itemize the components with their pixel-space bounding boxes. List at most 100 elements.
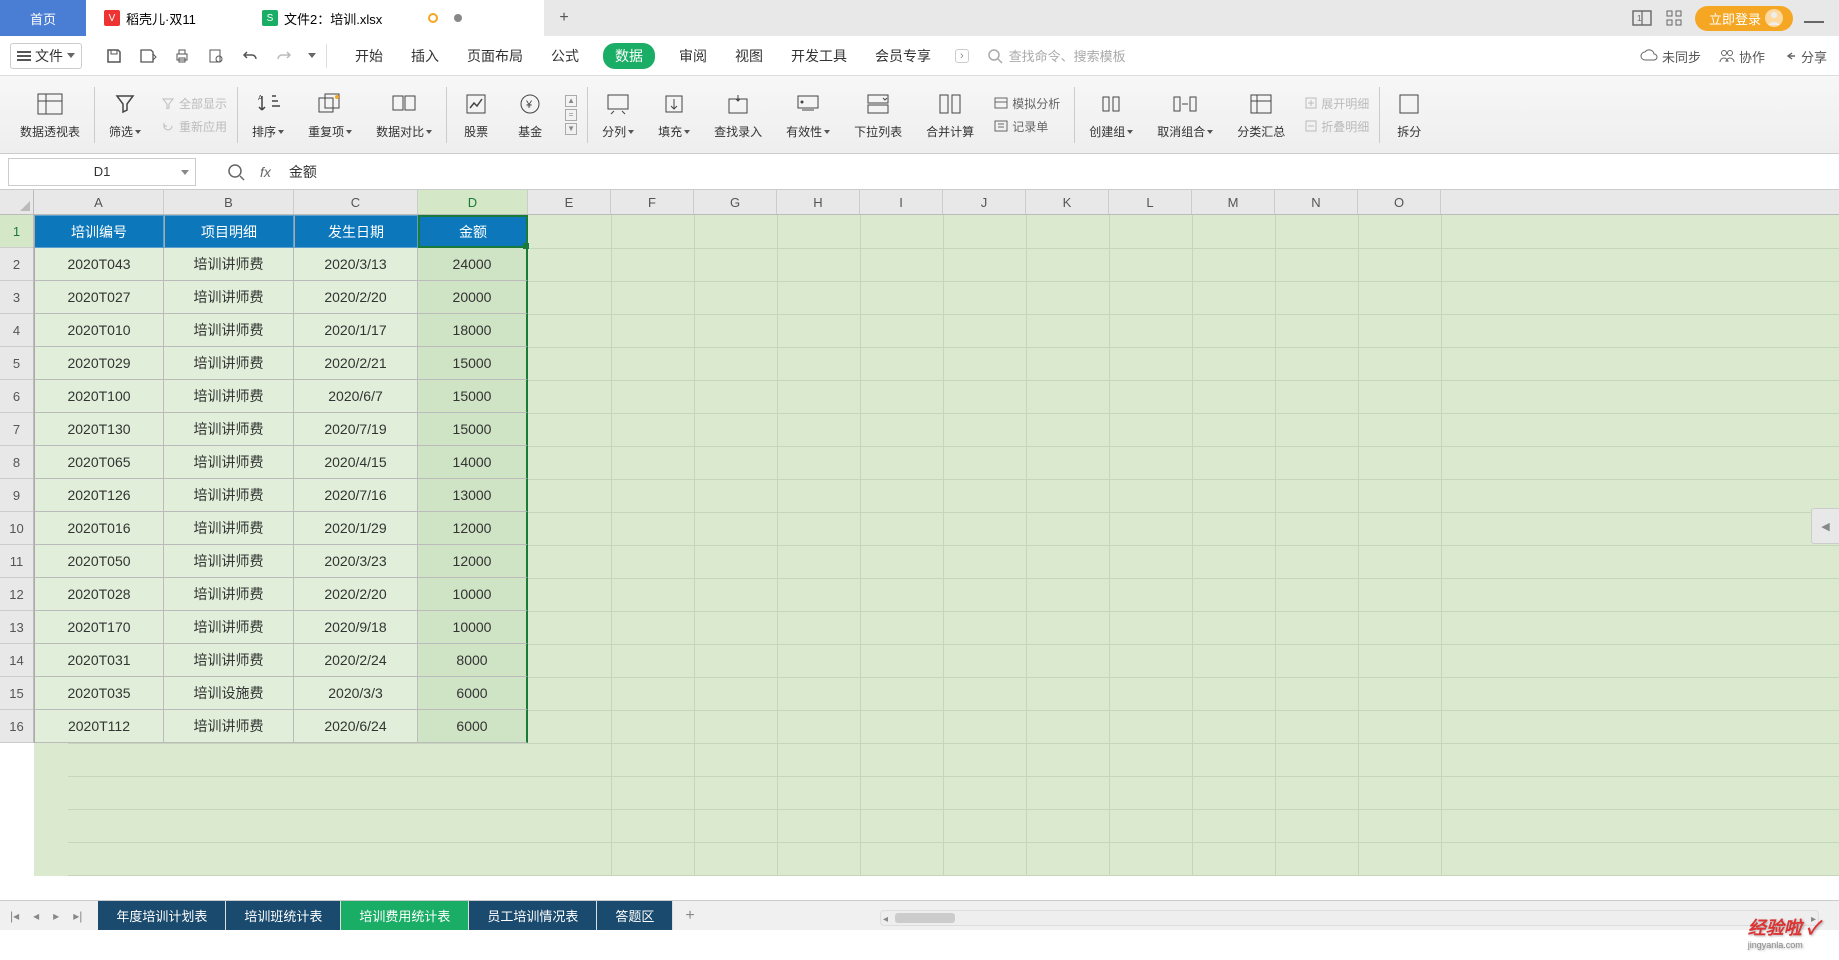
menu-页面布局[interactable]: 页面布局 — [463, 42, 527, 70]
split-col-button[interactable]: 拆分 — [1382, 76, 1428, 153]
cell[interactable]: 培训设施费 — [164, 677, 294, 710]
cell[interactable]: 培训讲师费 — [164, 248, 294, 281]
pivot-table-button[interactable]: 数据透视表 — [8, 76, 92, 153]
col-header-D[interactable]: D — [418, 190, 528, 214]
simulate-button[interactable]: 模拟分析 — [994, 95, 1064, 112]
col-header-H[interactable]: H — [777, 190, 860, 214]
share-button[interactable]: 分享 — [1783, 47, 1827, 66]
cell[interactable]: 2020T028 — [34, 578, 164, 611]
cell[interactable]: 2020/7/16 — [294, 479, 418, 512]
file-menu-button[interactable]: 文件 — [10, 43, 82, 69]
find-entry-button[interactable]: 查找录入 — [702, 76, 774, 153]
fx-label[interactable]: fx — [260, 164, 271, 180]
cell[interactable]: 12000 — [418, 512, 528, 545]
filter-button[interactable]: 筛选 — [97, 76, 153, 153]
cell[interactable]: 2020/6/7 — [294, 380, 418, 413]
row-header-10[interactable]: 10 — [0, 512, 33, 545]
cell[interactable]: 2020/3/13 — [294, 248, 418, 281]
col-header-O[interactable]: O — [1358, 190, 1441, 214]
side-panel-toggle[interactable]: ◀ — [1811, 508, 1839, 544]
redo-icon[interactable] — [274, 46, 294, 66]
menu-审阅[interactable]: 审阅 — [675, 42, 711, 70]
table-header-cell[interactable]: 发生日期 — [294, 215, 418, 248]
cell[interactable]: 6000 — [418, 677, 528, 710]
col-header-K[interactable]: K — [1026, 190, 1109, 214]
row-header-3[interactable]: 3 — [0, 281, 33, 314]
compare-button[interactable]: 数据对比 — [364, 76, 444, 153]
cell[interactable]: 培训讲师费 — [164, 479, 294, 512]
split-button[interactable]: 分列 — [590, 76, 646, 153]
validity-button[interactable]: 有效性 — [774, 76, 842, 153]
cell[interactable]: 2020/6/24 — [294, 710, 418, 743]
cell[interactable]: 2020T031 — [34, 644, 164, 677]
cell[interactable]: 2020T170 — [34, 611, 164, 644]
horizontal-scrollbar[interactable]: ◂ ▸ — [880, 910, 1819, 926]
more-up-button[interactable]: ▲ — [565, 95, 577, 107]
menu-开始[interactable]: 开始 — [351, 42, 387, 70]
zoom-fx-icon[interactable] — [226, 162, 246, 182]
cell[interactable]: 6000 — [418, 710, 528, 743]
cell[interactable]: 15000 — [418, 347, 528, 380]
cell[interactable]: 2020/2/20 — [294, 578, 418, 611]
row-header-9[interactable]: 9 — [0, 479, 33, 512]
cell[interactable]: 培训讲师费 — [164, 446, 294, 479]
cell[interactable]: 12000 — [418, 545, 528, 578]
cell[interactable]: 培训讲师费 — [164, 281, 294, 314]
new-tab-button[interactable]: + — [544, 9, 584, 27]
expand-detail-button[interactable]: 展开明细 — [1305, 95, 1369, 112]
cell[interactable]: 13000 — [418, 479, 528, 512]
menu-视图[interactable]: 视图 — [731, 42, 767, 70]
cell[interactable]: 培训讲师费 — [164, 644, 294, 677]
sheet-tab[interactable]: 培训费用统计表 — [341, 901, 469, 930]
cell[interactable]: 培训讲师费 — [164, 611, 294, 644]
cell[interactable]: 2020T065 — [34, 446, 164, 479]
coop-button[interactable]: 协作 — [1719, 47, 1765, 66]
search-box[interactable]: 查找命令、搜索模板 — [987, 46, 1126, 65]
menu-more[interactable]: › — [955, 49, 969, 63]
undo-icon[interactable] — [240, 46, 260, 66]
cell[interactable]: 2020T035 — [34, 677, 164, 710]
row-header-13[interactable]: 13 — [0, 611, 33, 644]
cell[interactable]: 培训讲师费 — [164, 710, 294, 743]
cell[interactable]: 14000 — [418, 446, 528, 479]
dropdown-button[interactable]: 下拉列表 — [842, 76, 914, 153]
col-header-F[interactable]: F — [611, 190, 694, 214]
cell[interactable]: 2020T100 — [34, 380, 164, 413]
tab-home[interactable]: 首页 — [0, 0, 86, 36]
select-all-corner[interactable] — [0, 190, 34, 215]
cell[interactable]: 20000 — [418, 281, 528, 314]
menu-开发工具[interactable]: 开发工具 — [787, 42, 851, 70]
cell[interactable]: 2020/3/23 — [294, 545, 418, 578]
sheet-tab[interactable]: 员工培训情况表 — [469, 901, 597, 930]
cell[interactable]: 2020T050 — [34, 545, 164, 578]
cell[interactable]: 2020/4/15 — [294, 446, 418, 479]
cell[interactable]: 24000 — [418, 248, 528, 281]
collapse-detail-button[interactable]: 折叠明细 — [1305, 118, 1369, 135]
scroll-left-icon[interactable]: ◂ — [883, 914, 888, 925]
cell[interactable]: 培训讲师费 — [164, 347, 294, 380]
cell[interactable]: 8000 — [418, 644, 528, 677]
cell[interactable]: 10000 — [418, 578, 528, 611]
col-header-B[interactable]: B — [164, 190, 294, 214]
cell[interactable]: 15000 — [418, 413, 528, 446]
row-header-15[interactable]: 15 — [0, 677, 33, 710]
cell[interactable]: 2020T027 — [34, 281, 164, 314]
cell[interactable]: 2020/2/21 — [294, 347, 418, 380]
sheet-last-button[interactable]: ▸| — [71, 909, 84, 923]
cell[interactable]: 2020T043 — [34, 248, 164, 281]
menu-公式[interactable]: 公式 — [547, 42, 583, 70]
cell[interactable]: 培训讲师费 — [164, 413, 294, 446]
tab-file[interactable]: S 文件2：培训.xlsx — [244, 0, 544, 36]
col-header-E[interactable]: E — [528, 190, 611, 214]
cell[interactable]: 2020/3/3 — [294, 677, 418, 710]
cell[interactable]: 15000 — [418, 380, 528, 413]
cell[interactable]: 2020/1/29 — [294, 512, 418, 545]
table-header-cell[interactable]: 金额 — [418, 215, 528, 248]
cell[interactable]: 培训讲师费 — [164, 578, 294, 611]
cell[interactable]: 18000 — [418, 314, 528, 347]
cell[interactable]: 2020/2/20 — [294, 281, 418, 314]
row-header-1[interactable]: 1 — [0, 215, 33, 248]
menu-会员专享[interactable]: 会员专享 — [871, 42, 935, 70]
name-box[interactable]: D1 — [8, 158, 196, 186]
reapply-button[interactable]: 重新应用 — [161, 118, 227, 135]
